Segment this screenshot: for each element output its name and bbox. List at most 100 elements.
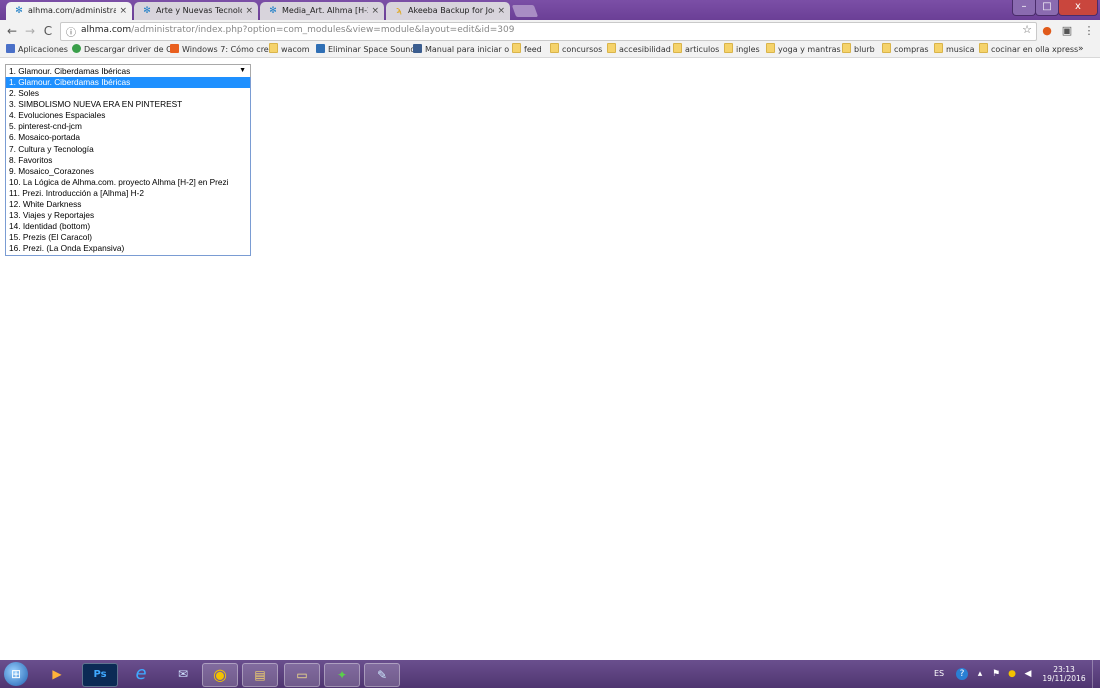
tab-close-icon[interactable]: × bbox=[245, 2, 253, 20]
maximize-button[interactable]: □ bbox=[1035, 0, 1059, 16]
select-option[interactable]: 1. Glamour. Ciberdamas Ibéricas bbox=[6, 77, 250, 89]
bookmark-label: Aplicaciones bbox=[18, 45, 68, 54]
tab-close-icon[interactable]: × bbox=[119, 2, 127, 20]
bookmark-musica[interactable]: musica bbox=[934, 43, 975, 56]
bookmark-aplicaciones[interactable]: Aplicaciones bbox=[6, 43, 68, 56]
select-dropdown-list: 1. Glamour. Ciberdamas Ibéricas 2. Soles… bbox=[5, 77, 251, 256]
bookmarks-more-button[interactable]: » bbox=[1078, 43, 1084, 56]
select-option[interactable]: 3. SIMBOLISMO NUEVA ERA EN PINTEREST bbox=[6, 99, 250, 110]
tab-close-icon[interactable]: × bbox=[371, 2, 379, 20]
bookmark-label: wacom bbox=[281, 45, 310, 54]
bookmark-wacom[interactable]: wacom bbox=[269, 43, 310, 56]
photoshop-icon[interactable]: Ps bbox=[82, 663, 118, 687]
language-indicator[interactable]: ES bbox=[934, 669, 944, 678]
select-option[interactable]: 11. Prezi. Introducción a [Alhma] H-2 bbox=[6, 188, 250, 199]
select-option[interactable]: 14. Identidad (bottom) bbox=[6, 221, 250, 232]
select-option[interactable]: 4. Evoluciones Espaciales bbox=[6, 110, 250, 121]
extension-puzzle-icon[interactable]: ▣ bbox=[1060, 24, 1074, 38]
notepad-app-icon[interactable]: ✎ bbox=[364, 663, 400, 687]
bookmark-windows7[interactable]: Windows 7: Cómo cre bbox=[170, 43, 269, 56]
help-icon[interactable]: ? bbox=[956, 668, 968, 680]
bookmark-compras[interactable]: compras bbox=[882, 43, 929, 56]
minimize-button[interactable]: – bbox=[1012, 0, 1036, 16]
tab-label: Arte y Nuevas Tecnologi bbox=[156, 6, 242, 15]
bookmark-label: yoga y mantras bbox=[778, 45, 841, 54]
bookmark-accesibilidad[interactable]: accesibilidad bbox=[607, 43, 671, 56]
dropdown-arrow-icon[interactable]: ▼ bbox=[239, 65, 246, 77]
bookmark-yoga-mantras[interactable]: yoga y mantras bbox=[766, 43, 841, 56]
joomla-icon: ✻ bbox=[15, 6, 23, 16]
bookmark-feed[interactable]: feed bbox=[512, 43, 542, 56]
windows-taskbar: ⊞ ▶ Ps e ✉ ◉ ▤ ▭ ✦ ✎ ES ? ▴ ⚑ ● ◀ 23:13 … bbox=[0, 660, 1100, 688]
select-option[interactable]: 12. White Darkness bbox=[6, 199, 250, 210]
select-option[interactable]: 15. Prezis (El Caracol) bbox=[6, 232, 250, 243]
select-option[interactable]: 16. Prezi. (La Onda Expansiva) bbox=[6, 243, 250, 254]
tab-alhma-administrator[interactable]: ✻ alhma.com/administrato × bbox=[6, 2, 132, 20]
bookmark-descargar-driver[interactable]: Descargar driver de C bbox=[72, 43, 172, 56]
bookmark-articulos[interactable]: articulos bbox=[673, 43, 719, 56]
tab-media-art-alhma[interactable]: ✻ Media_Art. Alhma [H-2] × bbox=[260, 2, 384, 20]
game-app-icon[interactable]: ✦ bbox=[324, 663, 360, 687]
select-option[interactable]: 6. Mosaico-portada bbox=[6, 132, 250, 143]
file-explorer-icon[interactable]: ▤ bbox=[242, 663, 278, 687]
trash-icon bbox=[316, 44, 325, 53]
back-button[interactable]: ← bbox=[5, 24, 19, 38]
select-option[interactable]: 2. Soles bbox=[6, 88, 250, 99]
folder-app-icon[interactable]: ▭ bbox=[284, 663, 320, 687]
forward-button[interactable]: → bbox=[23, 24, 37, 38]
bookmark-label: Eliminar Space Sound bbox=[328, 45, 416, 54]
browser-titlebar: ✻ alhma.com/administrato × ✻ Arte y Nuev… bbox=[0, 0, 1100, 20]
info-icon[interactable]: ⓘ bbox=[66, 24, 76, 39]
tab-akeeba-backup[interactable]: ϡ Akeeba Backup for Jooml × bbox=[386, 2, 510, 20]
action-center-flag-icon[interactable]: ⚑ bbox=[990, 668, 1002, 680]
select-option[interactable]: 8. Favoritos bbox=[6, 155, 250, 166]
akeeba-icon: ϡ bbox=[396, 6, 402, 16]
network-icon[interactable]: ● bbox=[1006, 668, 1018, 680]
chrome-menu-icon[interactable]: ⋮ bbox=[1082, 24, 1096, 38]
new-tab-button[interactable] bbox=[511, 5, 539, 17]
bookmark-cocinar-olla[interactable]: cocinar en olla xpress bbox=[979, 43, 1078, 56]
select-option[interactable]: 9. Mosaico_Corazones bbox=[6, 166, 250, 177]
bookmark-eliminar-space-sound[interactable]: Eliminar Space Sound bbox=[316, 43, 415, 56]
address-path: /administrator/index.php?option=com_modu… bbox=[131, 25, 515, 35]
show-hidden-icons-icon[interactable]: ▴ bbox=[974, 668, 986, 680]
volume-icon[interactable]: ◀ bbox=[1022, 668, 1034, 680]
bookmark-ingles[interactable]: ingles bbox=[724, 43, 760, 56]
select-option[interactable]: 5. pinterest-cnd-jcm bbox=[6, 121, 250, 132]
bookmarks-bar: Aplicaciones Descargar driver de C Windo… bbox=[0, 42, 1100, 58]
start-button[interactable]: ⊞ bbox=[4, 662, 28, 686]
select-option[interactable]: 13. Viajes y Reportajes bbox=[6, 210, 250, 221]
tab-close-icon[interactable]: × bbox=[497, 2, 505, 20]
browser-toolbar: ← → C ⓘ alhma.com/administrator/index.ph… bbox=[0, 20, 1100, 42]
bookmark-star-icon[interactable]: ☆ bbox=[1022, 23, 1032, 36]
select-option[interactable]: 7. Cultura y Tecnología bbox=[6, 144, 250, 155]
media-player-icon[interactable]: ▶ bbox=[40, 663, 74, 685]
chrome-icon[interactable]: ◉ bbox=[202, 663, 238, 687]
bookmark-manual-iniciar[interactable]: Manual para iniciar o bbox=[413, 43, 509, 56]
close-window-button[interactable]: x bbox=[1058, 0, 1098, 16]
tab-arte-nuevas-tecnologias[interactable]: ✻ Arte y Nuevas Tecnologi × bbox=[134, 2, 258, 20]
folder-icon bbox=[269, 43, 278, 53]
tab-label: alhma.com/administrato bbox=[28, 6, 116, 15]
windows-logo-icon: ⊞ bbox=[10, 667, 22, 681]
bookmark-label: Windows 7: Cómo cre bbox=[182, 45, 269, 54]
module-select[interactable]: 1. Glamour. Ciberdamas Ibéricas ▼ bbox=[5, 64, 251, 78]
page-content: 1. Glamour. Ciberdamas Ibéricas ▼ 1. Gla… bbox=[0, 58, 1100, 660]
thunderbird-icon[interactable]: ✉ bbox=[166, 663, 200, 685]
extension-icon[interactable]: ● bbox=[1040, 24, 1054, 38]
bookmark-label: Descargar driver de C bbox=[84, 45, 172, 54]
address-bar[interactable]: ⓘ alhma.com/administrator/index.php?opti… bbox=[60, 22, 1037, 41]
reload-button[interactable]: C bbox=[41, 24, 55, 38]
folder-icon bbox=[512, 43, 521, 53]
system-clock[interactable]: 23:13 19/11/2016 bbox=[1040, 665, 1088, 683]
bookmark-concursos[interactable]: concursos bbox=[550, 43, 602, 56]
show-desktop-button[interactable] bbox=[1092, 660, 1100, 688]
folder-icon bbox=[550, 43, 559, 53]
internet-explorer-icon[interactable]: e bbox=[124, 663, 158, 685]
bookmark-label: blurb bbox=[854, 45, 875, 54]
select-option[interactable]: 10. La Lógica de Alhma.com. proyecto Alh… bbox=[6, 177, 250, 188]
joomla-icon: ✻ bbox=[269, 6, 277, 16]
folder-icon bbox=[934, 43, 943, 53]
bookmark-blurb[interactable]: blurb bbox=[842, 43, 875, 56]
folder-icon bbox=[842, 43, 851, 53]
